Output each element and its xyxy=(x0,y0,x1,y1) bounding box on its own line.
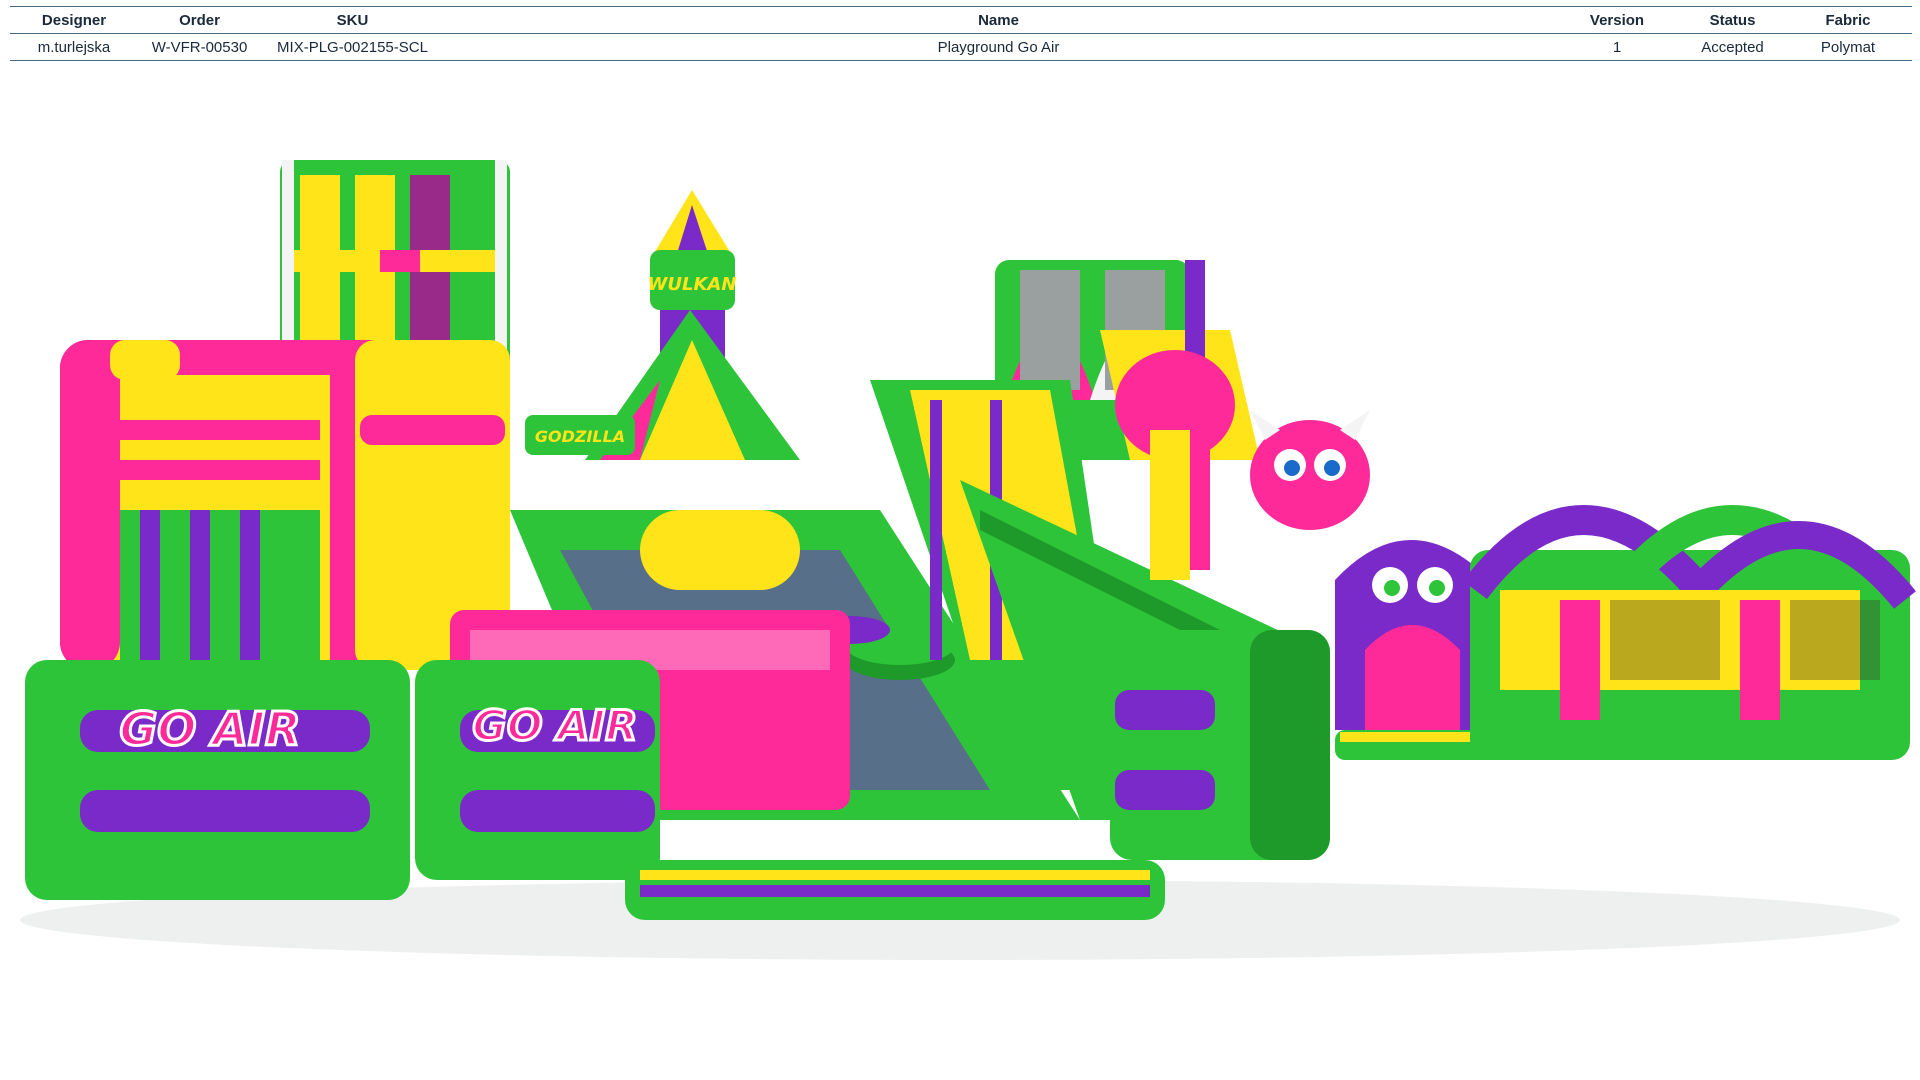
header-name: Name xyxy=(444,6,1553,34)
yellow-tunnel xyxy=(640,510,800,590)
header-order: Order xyxy=(138,6,261,34)
front-mid-wall: GO AIR xyxy=(415,660,660,880)
cell-fabric: Polymat xyxy=(1784,33,1912,61)
header-designer: Designer xyxy=(10,6,138,34)
go-air-logo-left: GO AIR xyxy=(119,702,300,756)
left-slide-block xyxy=(60,340,510,670)
cell-status: Accepted xyxy=(1681,33,1784,61)
go-air-logo-mid: GO AIR xyxy=(472,701,637,750)
header-status: Status xyxy=(1681,6,1784,34)
cell-order: W-VFR-00530 xyxy=(138,33,261,61)
header-version: Version xyxy=(1553,6,1681,34)
product-info-table: Designer Order SKU Name Version Status F… xyxy=(10,6,1912,61)
playground-illustration: WULKAN GO AIR GO AIR GODZILLA xyxy=(20,160,1916,960)
pink-mushroom-tower xyxy=(1115,350,1235,580)
front-right-tower xyxy=(1110,630,1330,860)
pink-monster xyxy=(1250,410,1370,530)
right-arch-module xyxy=(1463,505,1916,760)
tower-sign-text: WULKAN xyxy=(648,274,737,295)
table-header-row: Designer Order SKU Name Version Status F… xyxy=(10,6,1912,34)
header-fabric: Fabric xyxy=(1784,6,1912,34)
godzilla-sign-text: GODZILLA xyxy=(535,427,625,446)
inflatable-playground-render: WULKAN GO AIR GO AIR GODZILLA xyxy=(0,130,1920,980)
cell-name: Playground Go Air xyxy=(444,33,1553,61)
cell-sku: MIX-PLG-002155-SCL xyxy=(261,33,444,61)
header-sku: SKU xyxy=(261,6,444,34)
godzilla-sign: GODZILLA xyxy=(525,415,635,455)
cell-version: 1 xyxy=(1553,33,1681,61)
table-row: m.turlejska W-VFR-00530 MIX-PLG-002155-S… xyxy=(10,33,1912,61)
cell-designer: m.turlejska xyxy=(10,33,138,61)
front-left-wall: GO AIR xyxy=(25,660,410,900)
front-entry-mat xyxy=(625,860,1165,920)
